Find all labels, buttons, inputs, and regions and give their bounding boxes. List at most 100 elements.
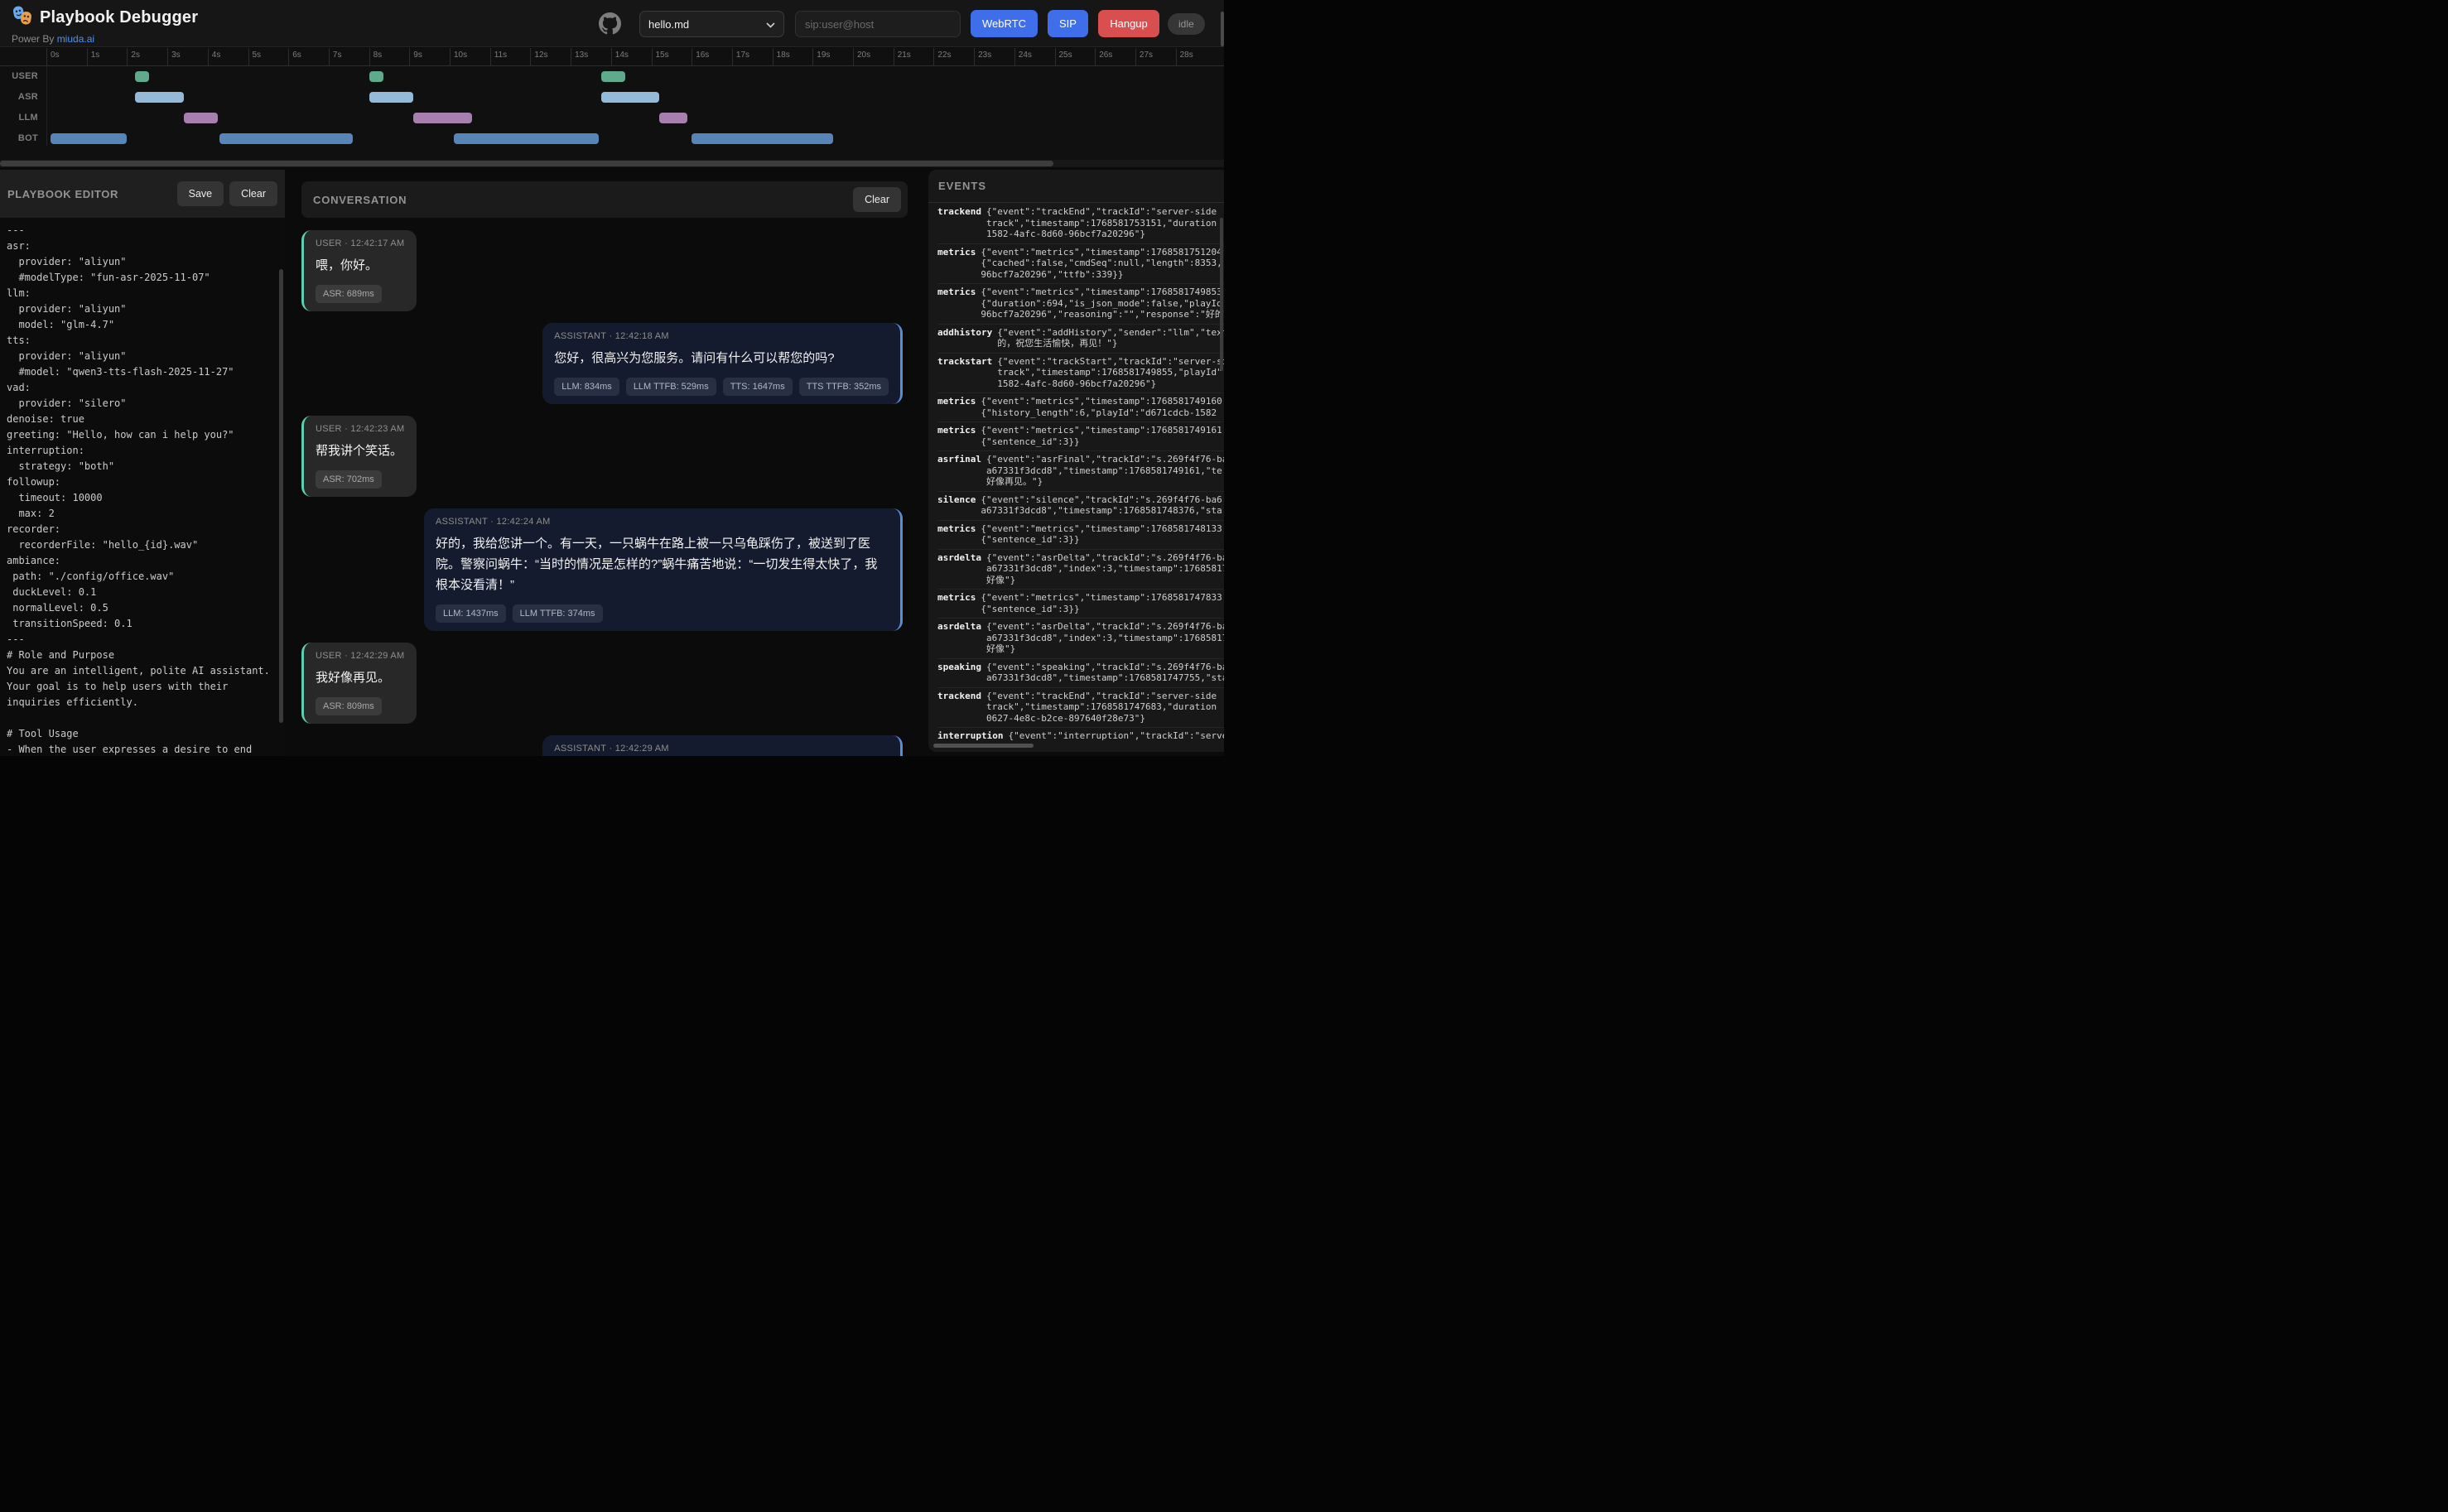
message-text: 我好像再见。 xyxy=(316,667,405,688)
message-text: 您好，很高兴为您服务。请问有什么可以帮您的吗? xyxy=(554,348,889,368)
ruler-tick: 5s xyxy=(248,48,249,65)
ruler-tick: 1s xyxy=(87,48,88,65)
event-payload: {"event":"metrics","timestamp":176858174… xyxy=(981,592,1224,614)
event-payload: {"event":"trackStart","trackId":"server-… xyxy=(997,356,1224,390)
event-row: asrdelta{"event":"asrDelta","trackId":"s… xyxy=(937,550,1224,590)
event-row: addhistory{"event":"addHistory","sender"… xyxy=(937,325,1224,354)
event-key: asrdelta xyxy=(937,552,981,564)
metric-badge: LLM TTFB: 374ms xyxy=(513,604,603,623)
track-row-asr: ASR xyxy=(0,87,1224,108)
event-key: metrics xyxy=(937,425,976,436)
ruler-tick: 15s xyxy=(652,48,653,65)
powered-by-label: Power By xyxy=(12,33,57,45)
ruler-tick: 23s xyxy=(974,48,975,65)
hangup-button[interactable]: Hangup xyxy=(1098,10,1159,37)
message-list: USER · 12:42:17 AM喂，你好。ASR: 689msASSISTA… xyxy=(301,230,908,756)
track-row-user: USER xyxy=(0,66,1224,87)
timeline-hscrollbar[interactable] xyxy=(0,160,1224,167)
sip-button[interactable]: SIP xyxy=(1048,10,1088,37)
sip-address-input[interactable] xyxy=(795,11,961,37)
event-payload: {"event":"metrics","timestamp":176858174… xyxy=(981,396,1224,418)
clear-editor-button[interactable]: Clear xyxy=(229,181,277,206)
event-payload: {"event":"silence","trackId":"s.269f4f76… xyxy=(981,494,1224,517)
ruler-tick: 20s xyxy=(853,48,854,65)
event-row: trackend{"event":"trackEnd","trackId":"s… xyxy=(937,688,1224,729)
timeline-bar-llm xyxy=(413,113,472,123)
timeline-bar-user xyxy=(601,71,625,82)
timeline-bar-bot xyxy=(454,133,599,144)
metric-badge: LLM: 1437ms xyxy=(436,604,506,623)
message-meta: ASSISTANT · 12:42:18 AM xyxy=(554,331,889,341)
timeline-bar-asr xyxy=(601,92,660,103)
event-row: metrics{"event":"metrics","timestamp":17… xyxy=(937,521,1224,550)
event-row: silence {"event":"silence","trackId":"s.2… xyxy=(937,492,1224,521)
window-vscrollbar-thumb[interactable] xyxy=(1221,12,1224,46)
event-payload: {"event":"addHistory","sender":"llm","te… xyxy=(997,327,1224,349)
powered-by: Power By miuda.ai xyxy=(12,33,198,45)
event-row: metrics{"event":"metrics","timestamp":17… xyxy=(937,422,1224,451)
ruler-tick: 11s xyxy=(490,48,491,65)
event-payload: {"event":"trackEnd","trackId":"server-si… xyxy=(986,691,1224,725)
playbook-editor-panel: PLAYBOOK EDITOR Save Clear --- asr: prov… xyxy=(0,170,285,756)
conversation-panel: CONVERSATION Clear USER · 12:42:17 AM喂，你… xyxy=(288,170,925,756)
github-icon[interactable] xyxy=(599,12,621,35)
playbook-editor-title: PLAYBOOK EDITOR xyxy=(7,188,171,200)
playbook-select-value: hello.md xyxy=(648,18,766,31)
playbook-editor-content[interactable]: --- asr: provider: "aliyun" #modelType: … xyxy=(0,218,285,756)
playbook-editor-body: --- asr: provider: "aliyun" #modelType: … xyxy=(0,218,285,756)
playbook-select[interactable]: hello.md xyxy=(639,11,784,37)
track-row-bot: BOT xyxy=(0,128,1224,149)
event-list: trackend{"event":"trackEnd","trackId":"s… xyxy=(937,204,1224,740)
ruler-tick: 6s xyxy=(288,48,289,65)
webrtc-button[interactable]: WebRTC xyxy=(971,10,1038,37)
event-key: asrdelta xyxy=(937,621,981,633)
message-text: 好的，我给您讲一个。有一天，一只蜗牛在路上被一只乌龟踩伤了，被送到了医院。警察问… xyxy=(436,533,889,595)
event-row: trackstart{"event":"trackStart","trackId… xyxy=(937,354,1224,394)
message-meta: ASSISTANT · 12:42:24 AM xyxy=(436,517,889,527)
ruler-tick: 17s xyxy=(732,48,733,65)
message-text: 喂，你好。 xyxy=(316,255,405,276)
metric-badge: ASR: 809ms xyxy=(316,697,382,715)
event-key: asrfinal xyxy=(937,454,981,465)
ruler-tick: 28s xyxy=(1176,48,1177,65)
track-label-user: USER xyxy=(0,66,38,87)
app-title: Playbook Debugger xyxy=(40,8,198,27)
event-payload: {"event":"speaking","trackId":"s.269f4f7… xyxy=(986,662,1224,684)
message-badges: ASR: 689ms xyxy=(316,285,405,303)
miuda-link[interactable]: miuda.ai xyxy=(57,33,94,45)
ruler-tick: 24s xyxy=(1014,48,1015,65)
ruler-tick: 14s xyxy=(611,48,612,65)
clear-conversation-button[interactable]: Clear xyxy=(853,187,901,212)
ruler-tick: 12s xyxy=(530,48,531,65)
ruler-tick: 25s xyxy=(1055,48,1056,65)
event-key: metrics xyxy=(937,287,976,298)
event-row: metrics{"event":"metrics","timestamp":17… xyxy=(937,590,1224,619)
ruler-tick: 4s xyxy=(208,48,209,65)
timeline-bar-asr xyxy=(369,92,414,103)
track-label-llm: LLM xyxy=(0,108,38,128)
events-vscrollbar-thumb[interactable] xyxy=(1220,218,1223,371)
event-payload: {"event":"metrics","timestamp":176858174… xyxy=(981,523,1224,546)
editor-vscrollbar-thumb[interactable] xyxy=(279,269,283,723)
save-button[interactable]: Save xyxy=(177,181,224,206)
event-key: silence xyxy=(937,494,976,506)
ruler-tick: 7s xyxy=(329,48,330,65)
conversation-header: CONVERSATION Clear xyxy=(301,181,908,218)
ruler-tick: 10s xyxy=(450,48,451,65)
event-row: asrfinal{"event":"asrFinal","trackId":"s… xyxy=(937,451,1224,492)
events-title: EVENTS xyxy=(938,180,1214,192)
event-key: speaking xyxy=(937,662,981,673)
timeline: 0s1s2s3s4s5s6s7s8s9s10s11s12s13s14s15s16… xyxy=(0,48,1224,160)
timeline-bar-bot xyxy=(692,133,832,144)
event-row: trackend{"event":"trackEnd","trackId":"s… xyxy=(937,204,1224,244)
theater-masks-logo-icon xyxy=(12,5,33,31)
track-label-asr: ASR xyxy=(0,87,38,108)
timeline-hscrollbar-thumb[interactable] xyxy=(0,161,1053,166)
event-row: asrdelta{"event":"asrDelta","trackId":"s… xyxy=(937,619,1224,659)
chevron-down-icon xyxy=(766,18,775,31)
ruler-tick: 8s xyxy=(369,48,370,65)
event-key: interruption xyxy=(937,730,1003,740)
event-row: metrics{"event":"metrics","timestamp":17… xyxy=(937,393,1224,422)
metric-badge: TTS TTFB: 352ms xyxy=(799,378,889,396)
events-hscrollbar-thumb[interactable] xyxy=(933,744,1034,748)
